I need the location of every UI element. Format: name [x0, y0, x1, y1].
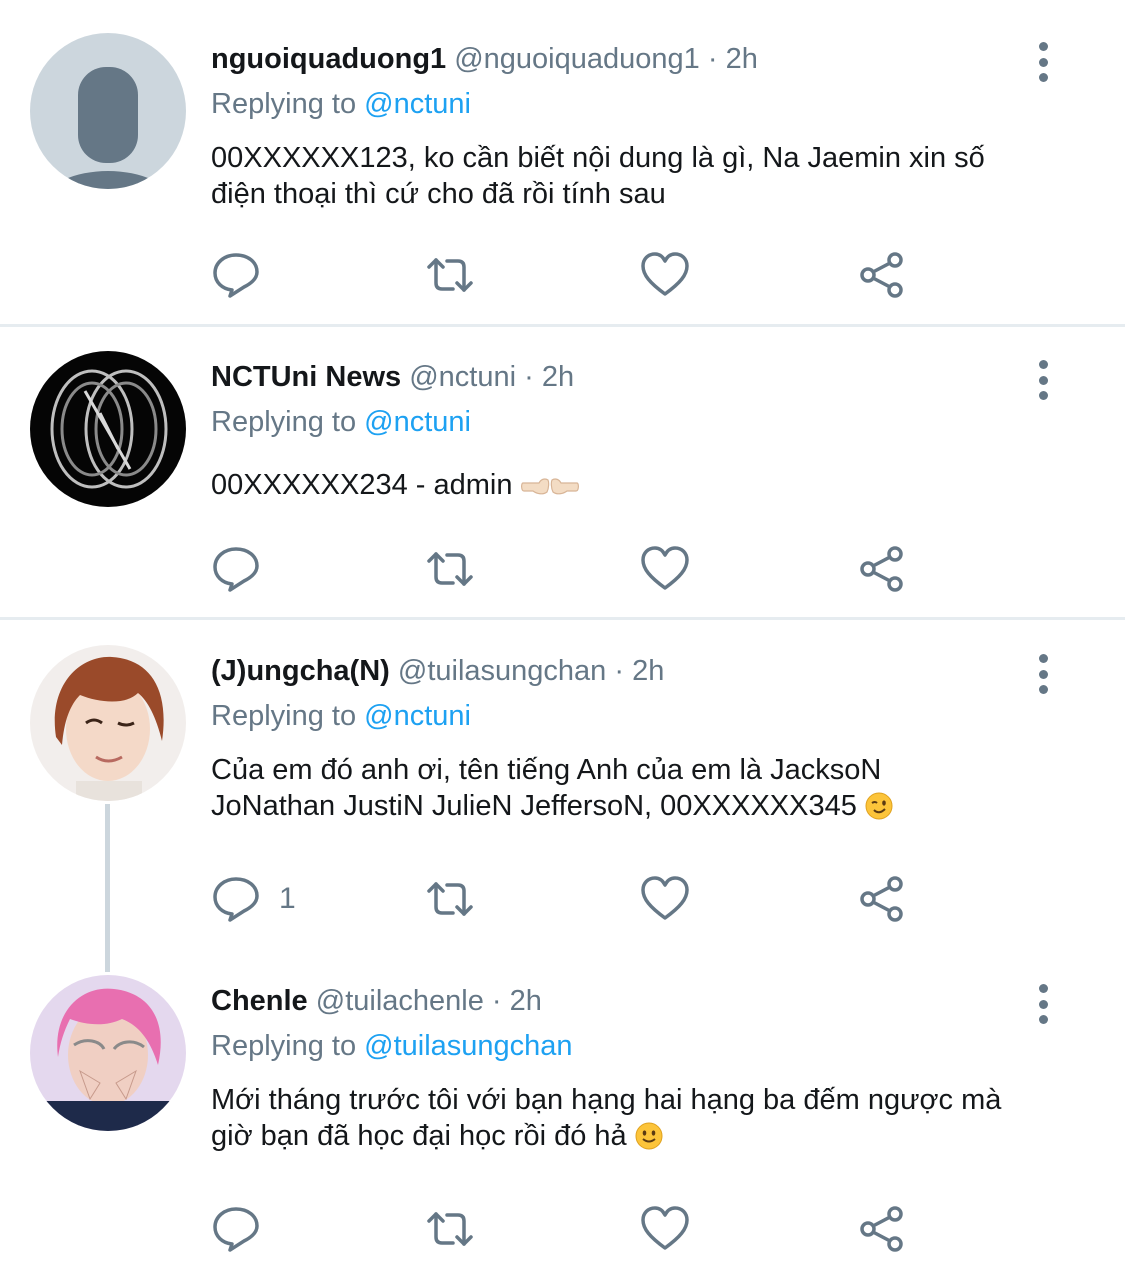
- more-options-icon[interactable]: [1031, 42, 1055, 82]
- like-button[interactable]: [640, 1204, 690, 1254]
- reply-icon: [213, 547, 259, 592]
- retweet-icon: [427, 258, 473, 292]
- more-options-icon[interactable]: [1031, 984, 1055, 1024]
- avatar[interactable]: [30, 645, 186, 801]
- reply-button[interactable]: [211, 544, 279, 594]
- slightly-smiling-face-emoji: [635, 1122, 663, 1159]
- tweet-text-line: JoNathan JustiN JulieN JeffersoN, 00XXXX…: [211, 790, 857, 822]
- like-button[interactable]: [640, 874, 690, 924]
- timestamp[interactable]: 2h: [510, 985, 542, 1017]
- replying-label: Replying to: [211, 406, 357, 438]
- retweet-icon: [427, 1212, 473, 1246]
- avatar[interactable]: [30, 975, 186, 1131]
- mention-link[interactable]: @nctuni: [364, 700, 471, 732]
- separator-dot: ·: [524, 361, 534, 393]
- replying-label: Replying to: [211, 88, 357, 120]
- separator-dot: ·: [707, 43, 718, 75]
- tweet-text-line: Mới tháng trước tôi với bạn hạng hai hạn…: [211, 1084, 1002, 1116]
- action-bar: [211, 250, 931, 300]
- reply-icon: [213, 1207, 259, 1252]
- reply-icon: [213, 253, 259, 298]
- mention-link[interactable]: @nctuni: [364, 406, 471, 438]
- retweet-button[interactable]: [425, 250, 475, 300]
- action-bar: 1: [211, 874, 931, 924]
- action-bar: [211, 1204, 931, 1254]
- user-handle[interactable]: @nguoiquaduong1: [454, 43, 700, 75]
- display-name[interactable]: NCTUni News: [211, 361, 401, 393]
- tweet-text-line: Của em đó anh ơi, tên tiếng Anh của em l…: [211, 754, 882, 786]
- separator-dot: ·: [614, 655, 625, 687]
- more-options-icon[interactable]: [1031, 654, 1055, 694]
- mention-link[interactable]: @tuilasungchan: [364, 1030, 572, 1062]
- tweet-2[interactable]: NCTUni News @nctuni · 2h Replying to @nc…: [0, 327, 1125, 617]
- tweet-1[interactable]: nguoiquaduong1 @nguoiquaduong1 · 2h Repl…: [0, 0, 1125, 324]
- timestamp[interactable]: 2h: [632, 655, 664, 687]
- like-button[interactable]: [640, 250, 690, 300]
- heart-icon: [641, 1206, 689, 1250]
- reply-button[interactable]: [211, 1204, 279, 1254]
- share-icon: [860, 546, 903, 592]
- default-avatar-icon: [30, 33, 186, 189]
- mention-link[interactable]: @nctuni: [364, 88, 471, 120]
- user-handle[interactable]: @nctuni: [409, 361, 516, 393]
- share-button[interactable]: [857, 250, 907, 300]
- replying-to: Replying to @nctuni: [211, 698, 1055, 734]
- photo-avatar-pink-hair-icon: [30, 975, 186, 1131]
- winking-face-emoji: [865, 792, 893, 829]
- retweet-icon: [427, 552, 473, 586]
- heart-icon: [641, 546, 689, 590]
- avatar[interactable]: [30, 33, 186, 189]
- share-icon: [860, 1206, 903, 1252]
- share-icon: [860, 876, 903, 922]
- share-button[interactable]: [857, 544, 907, 594]
- replying-to: Replying to @nctuni: [211, 404, 1055, 440]
- tweet-header: Chenle @tuilachenle · 2h: [211, 983, 1055, 1019]
- replying-label: Replying to: [211, 700, 357, 732]
- replying-to: Replying to @nctuni: [211, 86, 1055, 122]
- timestamp[interactable]: 2h: [726, 43, 758, 75]
- nct-logo-avatar-icon: [30, 351, 186, 507]
- separator-dot: ·: [491, 985, 502, 1017]
- retweet-button[interactable]: [425, 874, 475, 924]
- reply-button[interactable]: [211, 250, 279, 300]
- reply-count: 1: [279, 882, 296, 915]
- retweet-button[interactable]: [425, 544, 475, 594]
- tweet-text: Của em đó anh ơi, tên tiếng Anh của em l…: [211, 752, 1055, 829]
- replying-to: Replying to @tuilasungchan: [211, 1028, 1055, 1064]
- user-handle[interactable]: @tuilachenle: [316, 985, 484, 1017]
- action-bar: [211, 544, 931, 594]
- tweet-text-line: 00XXXXXX123, ko cần biết nội dung là gì,…: [211, 142, 985, 174]
- replying-label: Replying to: [211, 1030, 357, 1062]
- tweet-header: NCTUni News @nctuni · 2h: [211, 359, 1055, 395]
- user-handle[interactable]: @tuilasungchan: [398, 655, 606, 687]
- reply-icon: [213, 877, 259, 922]
- display-name[interactable]: Chenle: [211, 985, 308, 1017]
- pointing-fingers-emoji: [520, 472, 579, 508]
- tweet-text: 00XXXXXX234 - admin: [211, 467, 1055, 508]
- share-icon: [860, 252, 903, 298]
- retweet-icon: [427, 882, 473, 916]
- retweet-button[interactable]: [425, 1204, 475, 1254]
- more-options-icon[interactable]: [1031, 360, 1055, 400]
- like-button[interactable]: [640, 544, 690, 594]
- tweet-text: Mới tháng trước tôi với bạn hạng hai hạn…: [211, 1082, 1055, 1159]
- tweet-text-line: 00XXXXXX234 - admin: [211, 469, 513, 501]
- heart-icon: [641, 252, 689, 296]
- tweet-text-line: điện thoại thì cứ cho đã rồi tính sau: [211, 178, 666, 210]
- reply-button[interactable]: 1: [211, 874, 296, 924]
- display-name[interactable]: nguoiquaduong1: [211, 43, 446, 75]
- tweet-text: 00XXXXXX123, ko cần biết nội dung là gì,…: [211, 140, 1055, 212]
- timestamp[interactable]: 2h: [542, 361, 574, 393]
- heart-icon: [641, 876, 689, 920]
- tweet-text-line: giờ bạn đã học đại học rồi đó hả: [211, 1120, 627, 1152]
- tweet-header: (J)ungcha(N) @tuilasungchan · 2h: [211, 653, 1055, 689]
- tweet-header: nguoiquaduong1 @nguoiquaduong1 · 2h: [211, 41, 1055, 77]
- photo-avatar-boy-wink-icon: [30, 645, 186, 801]
- share-button[interactable]: [857, 874, 907, 924]
- display-name[interactable]: (J)ungcha(N): [211, 655, 390, 687]
- tweet-3[interactable]: (J)ungcha(N) @tuilasungchan · 2h Replyin…: [0, 620, 1125, 950]
- avatar[interactable]: [30, 351, 186, 507]
- share-button[interactable]: [857, 1204, 907, 1254]
- tweet-4[interactable]: Chenle @tuilachenle · 2h Replying to @tu…: [0, 950, 1125, 1277]
